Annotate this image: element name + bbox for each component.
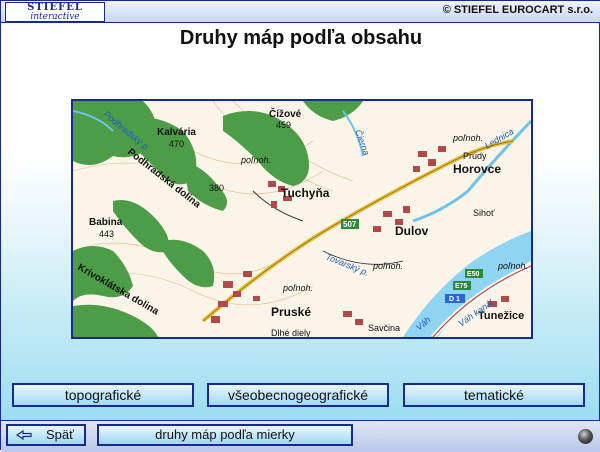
logo-subtitle: interactive <box>30 12 80 22</box>
label-dulov: Dulov <box>395 224 429 238</box>
logo-title: STIEFEL <box>27 2 83 13</box>
label-polnoh-2: poľnoh. <box>452 133 483 143</box>
label-380: 380 <box>209 183 224 193</box>
label-e75: E75 <box>455 283 468 290</box>
map-scale-types-button[interactable]: druhy máp podľa mierky <box>97 424 353 446</box>
topographic-button[interactable]: topografické <box>12 383 194 407</box>
copyright-text: © STIEFEL EUROCART s.r.o. <box>442 4 593 16</box>
label-dlhe-diely: Dlhé diely <box>271 328 311 337</box>
label-cizove: Čížové <box>269 107 302 120</box>
label-polnoh-5: poľnoh. <box>282 283 313 293</box>
general-geographic-button[interactable]: všeobecnogeografické <box>207 383 389 407</box>
arrow-left-icon <box>16 430 32 440</box>
label-d1: D 1 <box>449 296 460 303</box>
page-title: Druhy máp podľa obsahu <box>179 27 423 49</box>
label-kalvaria: Kalvária <box>157 127 196 138</box>
label-e50: E50 <box>467 271 480 278</box>
label-savcina: Savčina <box>368 323 400 333</box>
label-polnoh-1: poľnoh. <box>240 155 271 165</box>
map-graphic: Kalvária 470 Čížové 459 Podhradská dolin… <box>73 101 531 337</box>
label-babina: Babina <box>89 217 123 228</box>
label-road-507: 507 <box>343 220 357 229</box>
back-label: Späť <box>46 427 75 442</box>
topographic-map: Kalvária 470 Čížové 459 Podhradská dolin… <box>71 99 533 339</box>
label-prudy: Prúdy <box>463 151 487 161</box>
label-kalvaria-height: 470 <box>169 139 184 149</box>
bottom-bar: Späť druhy máp podľa mierky <box>1 420 600 452</box>
sphere-icon[interactable] <box>578 429 593 444</box>
label-cizove-height: 459 <box>276 120 291 130</box>
label-pruske: Pruské <box>271 305 311 319</box>
app-window: STIEFEL interactive © STIEFEL EUROCART s… <box>0 0 600 452</box>
label-polnoh-4: poľnoh. <box>497 261 528 271</box>
label-polnoh-3: poľnoh. <box>372 261 403 271</box>
label-tuchyna: Tuchyňa <box>281 186 330 200</box>
thematic-button[interactable]: tematické <box>403 383 585 407</box>
stiefel-logo: STIEFEL interactive <box>5 2 105 22</box>
back-button[interactable]: Späť <box>6 424 86 446</box>
label-horovce: Horovce <box>453 162 501 176</box>
label-sihot: Sihoť <box>473 208 495 218</box>
label-babina-height: 443 <box>99 229 114 239</box>
top-bar: STIEFEL interactive © STIEFEL EUROCART s… <box>1 1 600 23</box>
